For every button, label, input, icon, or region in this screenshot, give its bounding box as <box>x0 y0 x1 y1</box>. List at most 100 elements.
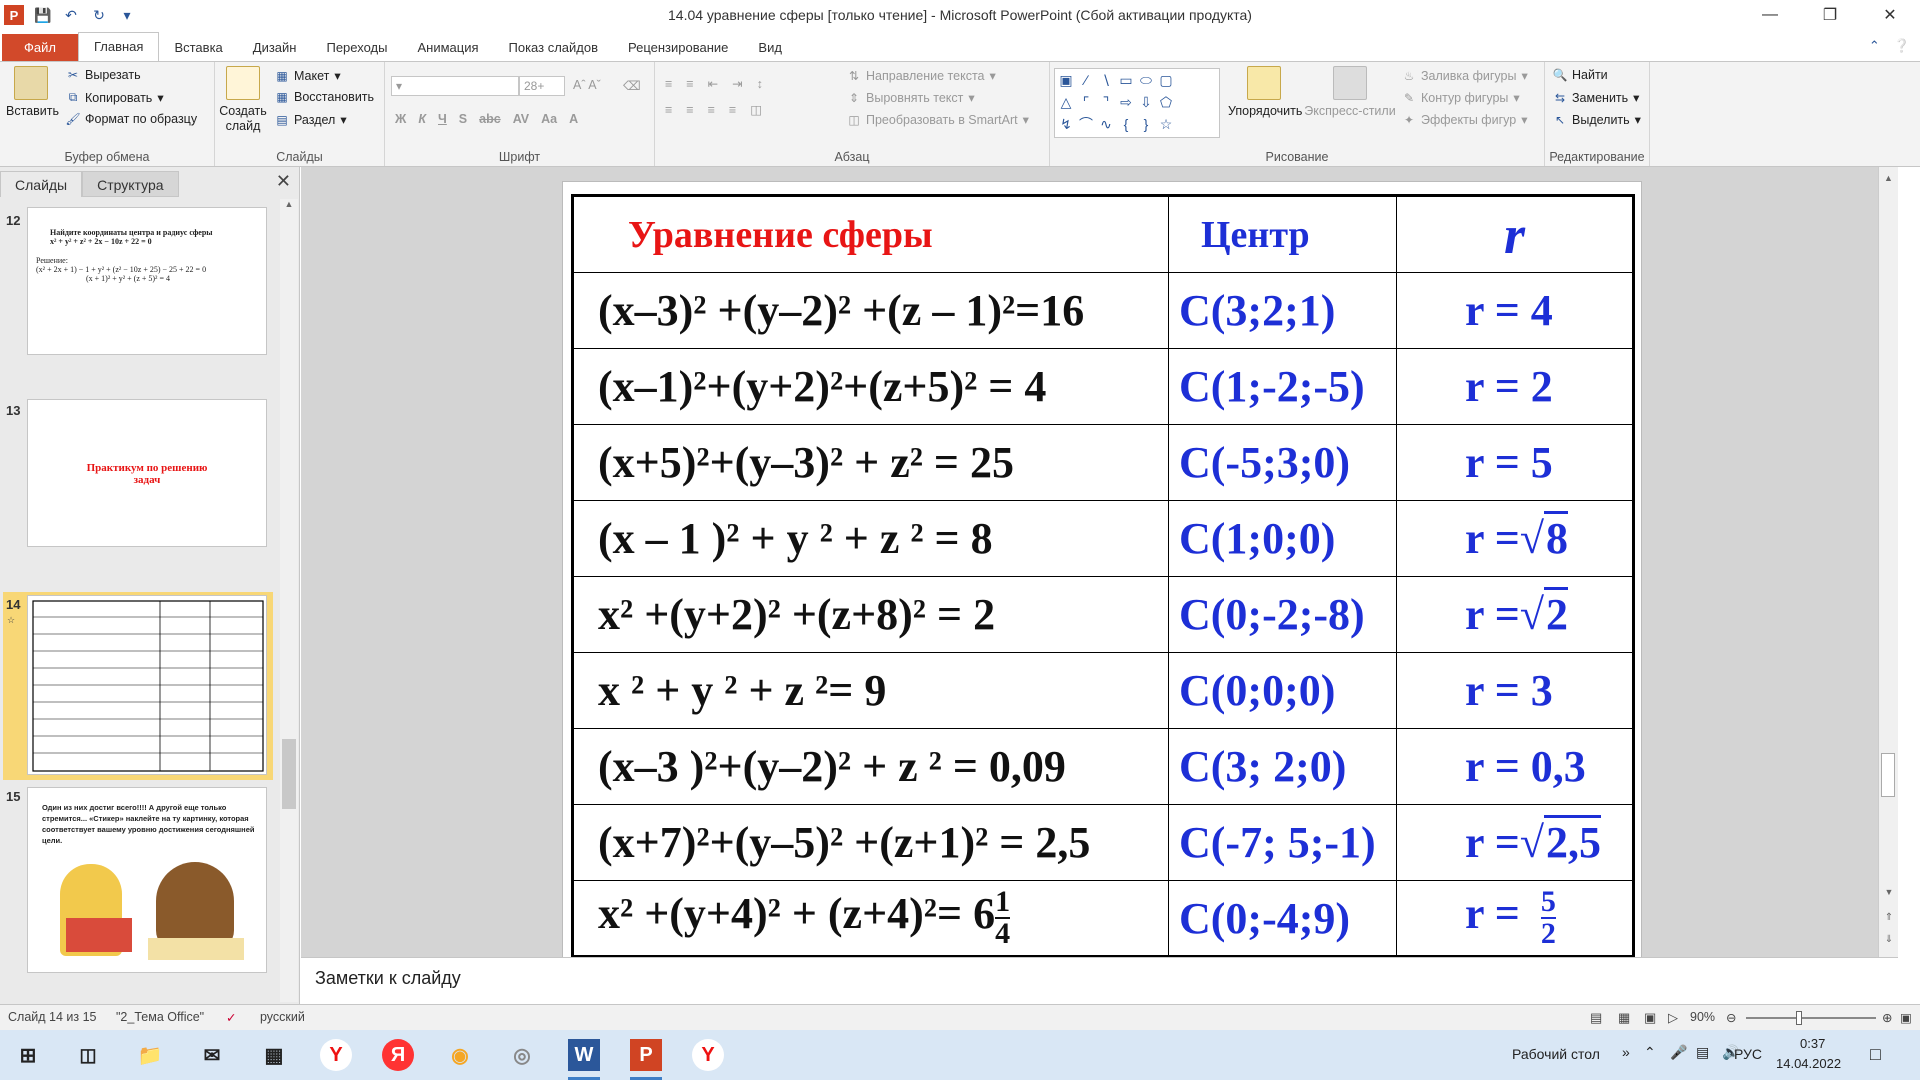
editor-scroll-thumb[interactable] <box>1881 753 1895 797</box>
oval-shape-icon[interactable]: ⬭ <box>1137 71 1155 89</box>
numbering-icon[interactable]: ≡ <box>686 77 693 91</box>
previous-slide-icon[interactable]: ⇑ <box>1879 912 1898 923</box>
smartart-button[interactable]: ◫ Преобразовать в SmartArt ▾ <box>847 112 1029 128</box>
panel-close-icon[interactable]: ✕ <box>276 171 291 192</box>
normal-view-icon[interactable]: ▤ <box>1590 1010 1602 1026</box>
align-text-button[interactable]: ⇕ Выровнять текст ▾ <box>847 90 975 106</box>
shape-fill-button[interactable]: ♨ Заливка фигуры ▾ <box>1402 68 1528 84</box>
tab-design[interactable]: Дизайн <box>238 34 312 62</box>
grow-font-icon[interactable]: Aˆ Aˇ <box>573 78 601 92</box>
zoom-in-icon[interactable]: ⊕ <box>1882 1010 1892 1025</box>
font-size-select[interactable]: 28+ <box>519 76 565 96</box>
reading-view-icon[interactable]: ▣ <box>1644 1010 1656 1026</box>
arrow-down-shape-icon[interactable]: ⇩ <box>1137 93 1155 111</box>
scroll-down-icon[interactable]: ▼ <box>1879 887 1898 897</box>
bullets-icon[interactable]: ≡ <box>665 77 672 91</box>
new-slide-button[interactable]: Создать слайд <box>218 66 268 134</box>
shape-effects-button[interactable]: ✦ Эффекты фигур ▾ <box>1402 112 1528 128</box>
align-left-icon[interactable]: ≡ <box>665 103 672 117</box>
calculator-icon[interactable]: ▦ <box>258 1039 290 1071</box>
notifications-icon[interactable]: □ <box>1870 1044 1881 1065</box>
tab-outline[interactable]: Структура <box>82 171 179 197</box>
textbox-shape-icon[interactable]: ▣ <box>1057 71 1075 89</box>
task-view-icon[interactable]: ◫ <box>72 1039 104 1071</box>
brace-shape-icon[interactable]: { <box>1117 115 1135 133</box>
tab-home[interactable]: Главная <box>77 32 160 62</box>
file-explorer-icon[interactable]: 📁 <box>134 1039 166 1071</box>
powerpoint-icon[interactable]: P <box>630 1039 662 1071</box>
find-button[interactable]: 🔍 Найти <box>1553 68 1608 82</box>
notes-pane[interactable]: Заметки к слайду <box>301 957 1898 1004</box>
help-icon[interactable]: ❔ <box>1894 38 1910 54</box>
section-button[interactable]: ▤ Раздел ▾ <box>275 112 346 128</box>
slide-thumbnail-14[interactable] <box>27 595 267 775</box>
paste-button[interactable]: Вставить <box>6 66 59 118</box>
list-buttons[interactable]: ≡ ≡ ⇤ ⇥ ↕ <box>665 76 763 92</box>
font-name-select[interactable]: ▾ <box>391 76 519 96</box>
bold-icon[interactable]: Ж <box>395 112 406 126</box>
clear-format-icon[interactable]: ⌫ <box>623 78 641 93</box>
connector-shape-icon[interactable]: ⌝ <box>1097 93 1115 111</box>
quick-styles-button[interactable]: Экспресс-стили <box>1302 66 1398 118</box>
arrow-right-shape-icon[interactable]: ⇨ <box>1117 93 1135 111</box>
spacing-icon[interactable]: AV <box>513 112 529 126</box>
panel-scroll-thumb[interactable] <box>282 739 296 809</box>
zoom-out-icon[interactable]: ⊖ <box>1726 1010 1736 1025</box>
underline-icon[interactable]: Ч <box>438 112 447 126</box>
text-direction-button[interactable]: ⇅ Направление текста ▾ <box>847 68 996 84</box>
panel-scrollbar[interactable]: ▲ <box>280 199 298 1002</box>
redo-icon[interactable]: ↻ <box>90 7 108 24</box>
pentagon-shape-icon[interactable]: ⬠ <box>1157 93 1175 111</box>
line-spacing-icon[interactable]: ↕ <box>757 77 763 91</box>
copy-button[interactable]: ⧉ Копировать ▾ <box>66 90 164 105</box>
brace-shape-icon[interactable]: } <box>1137 115 1155 133</box>
editor-scrollbar[interactable]: ▲ ▼ ⇑ ⇓ <box>1878 167 1898 957</box>
layout-button[interactable]: ▦ Макет ▾ <box>275 68 340 84</box>
align-center-icon[interactable]: ≡ <box>686 103 693 117</box>
language-indicator[interactable]: русский <box>260 1010 305 1024</box>
shape-outline-button[interactable]: ✎ Контур фигуры ▾ <box>1402 90 1520 106</box>
reset-button[interactable]: ▦ Восстановить <box>275 90 374 104</box>
format-painter-button[interactable]: 🖌 Формат по образцу <box>65 112 197 126</box>
word-icon[interactable]: W <box>568 1039 600 1071</box>
columns-icon[interactable]: ◫ <box>750 102 762 117</box>
tab-slides[interactable]: Слайды <box>0 171 83 197</box>
fit-slide-icon[interactable]: ▣ <box>1900 1010 1912 1025</box>
strikethrough-icon[interactable]: abc <box>479 112 501 126</box>
tab-transitions[interactable]: Переходы <box>311 34 402 62</box>
case-icon[interactable]: Aa <box>541 112 557 126</box>
triangle-shape-icon[interactable]: △ <box>1057 93 1075 111</box>
slideshow-icon[interactable]: ▷ <box>1668 1010 1678 1026</box>
mail-icon[interactable]: ✉ <box>196 1039 228 1071</box>
toolbar-chevron-icon[interactable]: » <box>1622 1044 1630 1060</box>
rounded-rect-shape-icon[interactable]: ▢ <box>1157 71 1175 89</box>
desktop-toolbar[interactable]: Рабочий стол <box>1512 1046 1600 1062</box>
battery-icon[interactable]: ▤ <box>1696 1044 1709 1061</box>
arrange-button[interactable]: Упорядочить <box>1228 66 1302 118</box>
media-player-icon[interactable]: ◎ <box>506 1039 538 1071</box>
curve-shape-icon[interactable]: ∿ <box>1097 115 1115 133</box>
select-button[interactable]: ↖ Выделить ▾ <box>1553 112 1641 128</box>
tab-animation[interactable]: Анимация <box>402 34 493 62</box>
slide-canvas[interactable]: Уравнение сферы Центр r (x–3)² +(y–2)² +… <box>562 181 1642 957</box>
tab-insert[interactable]: Вставка <box>159 34 237 62</box>
slide-thumbnail-12[interactable]: Найдите координаты центра и радиус сферы… <box>27 207 267 355</box>
scroll-up-icon[interactable]: ▲ <box>1879 173 1898 183</box>
restore-button[interactable]: ❐ <box>1800 0 1860 30</box>
increase-indent-icon[interactable]: ⇥ <box>732 76 742 91</box>
ribbon-minimize-icon[interactable]: ⌃ <box>1869 38 1880 54</box>
clock-date[interactable]: 14.04.2022 <box>1776 1056 1841 1071</box>
clock-time[interactable]: 0:37 <box>1800 1036 1825 1051</box>
justify-icon[interactable]: ≡ <box>729 103 736 117</box>
yandex-browser-icon[interactable]: Y <box>692 1039 724 1071</box>
align-right-icon[interactable]: ≡ <box>708 103 715 117</box>
next-slide-icon[interactable]: ⇓ <box>1879 934 1898 945</box>
tab-file[interactable]: Файл <box>2 34 78 62</box>
save-icon[interactable]: 💾 <box>34 7 52 24</box>
font-color-icon[interactable]: A <box>569 112 578 126</box>
curve-shape-icon[interactable]: ⌒ <box>1077 115 1095 133</box>
zoom-level[interactable]: 90% <box>1690 1010 1715 1024</box>
minimize-button[interactable]: — <box>1740 0 1800 30</box>
browser-icon[interactable]: ◉ <box>444 1039 476 1071</box>
line-shape-icon[interactable]: ∖ <box>1097 71 1115 89</box>
